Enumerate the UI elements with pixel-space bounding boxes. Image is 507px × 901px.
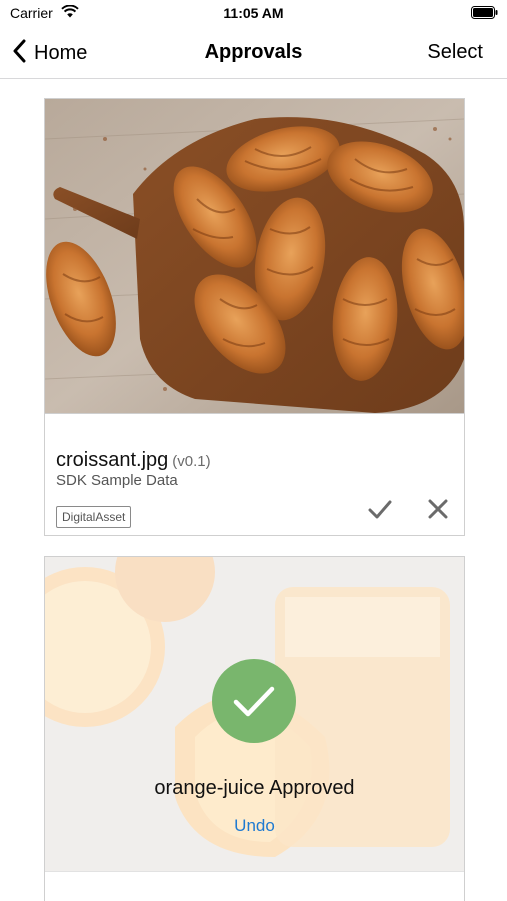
asset-source: SDK Sample Data — [56, 472, 178, 489]
approve-button[interactable] — [367, 498, 393, 520]
reject-button[interactable] — [427, 498, 449, 520]
undo-button[interactable]: Undo — [45, 816, 464, 836]
asset-card-approved: orange-juice Approved Undo — [44, 556, 465, 901]
approved-check-icon — [212, 659, 296, 743]
card-footer — [45, 871, 464, 901]
asset-type-badge: DigitalAsset — [56, 506, 132, 528]
checkmark-icon — [367, 500, 393, 524]
battery-icon — [471, 6, 498, 24]
back-label: Home — [34, 42, 88, 64]
back-button[interactable]: Home — [12, 39, 87, 68]
status-bar: Carrier 11:05 AM — [0, 0, 507, 28]
croissant-photo — [45, 99, 464, 414]
chevron-left-icon — [12, 39, 26, 68]
close-icon — [427, 499, 449, 524]
asset-card[interactable]: croissant.jpg (v0.1) SDK Sample Data Digi… — [44, 98, 465, 536]
navigation-bar: Home Approvals Select — [0, 28, 507, 79]
asset-name: croissant.jpg (v0.1) — [56, 449, 211, 472]
asset-version: (v0.1) — [172, 453, 211, 470]
asset-filename: croissant.jpg — [56, 449, 169, 471]
clock: 11:05 AM — [223, 5, 284, 21]
approval-status-message: orange-juice Approved — [154, 777, 355, 799]
select-button[interactable]: Select — [427, 41, 483, 64]
